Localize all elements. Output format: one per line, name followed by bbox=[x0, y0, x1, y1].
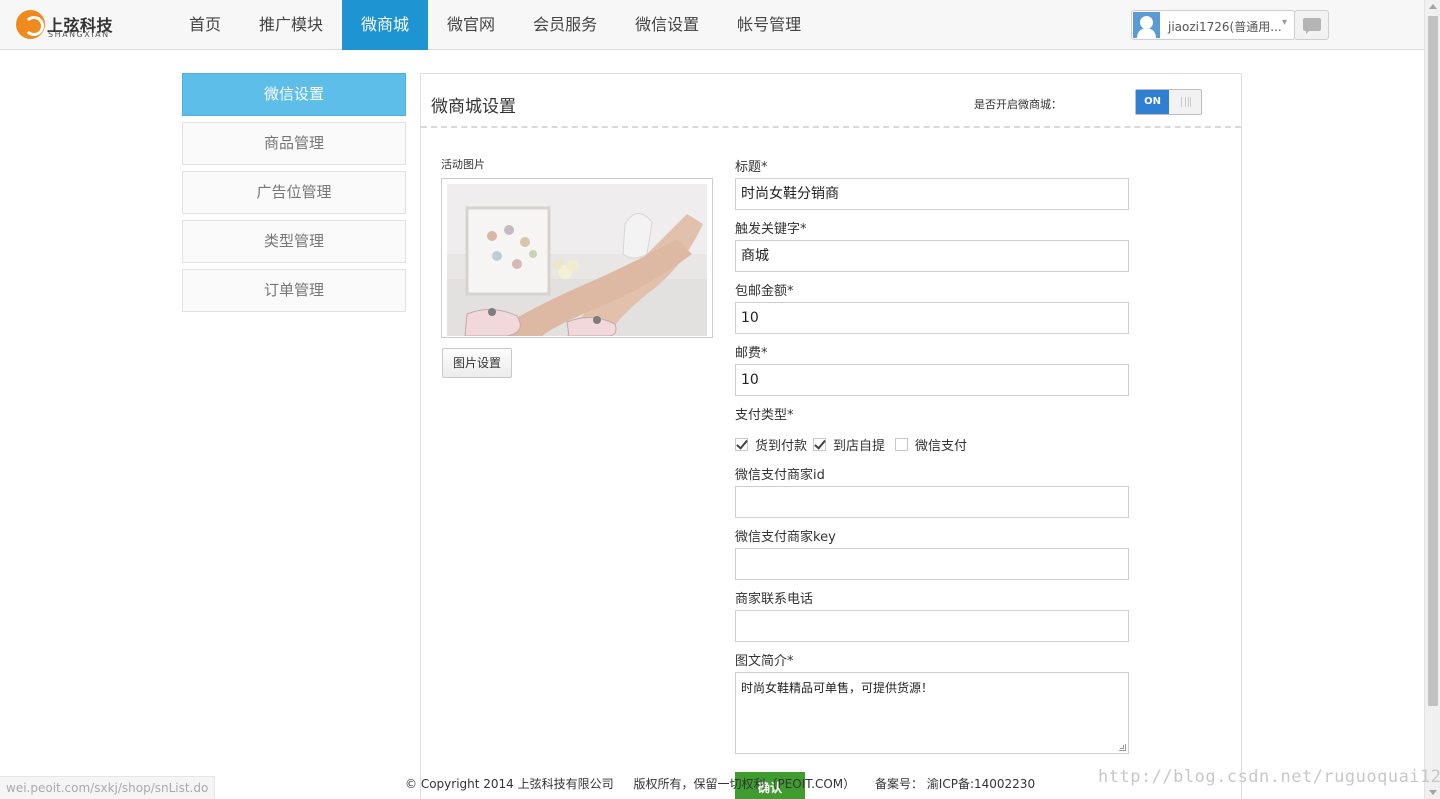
sidebar-item-orders[interactable]: 订单管理 bbox=[182, 269, 406, 312]
footer-copyright: © Copyright 2014 上弦科技有限公司 版权所有，保留一切权利（PE… bbox=[405, 776, 1051, 792]
toggle-on-label: ON bbox=[1136, 90, 1169, 114]
merchant-key-label: 微信支付商家key bbox=[735, 530, 836, 545]
nav-item-micro-mall[interactable]: 微商城 bbox=[342, 0, 429, 50]
sidebar-item-products[interactable]: 商品管理 bbox=[182, 122, 406, 165]
title-label: 标题* bbox=[735, 160, 768, 175]
nav-item-wechat-settings[interactable]: 微信设置 bbox=[616, 0, 718, 50]
merchant-id-label: 微信支付商家id bbox=[735, 468, 825, 483]
scroll-up-icon[interactable] bbox=[1429, 4, 1437, 9]
resize-handle-icon[interactable] bbox=[1119, 744, 1126, 751]
chat-bubble-icon bbox=[1303, 18, 1321, 34]
keyword-label: 触发关键字* bbox=[735, 222, 807, 237]
pay-type-label: 支付类型* bbox=[735, 408, 794, 423]
keyword-input[interactable]: 商城 bbox=[735, 240, 1129, 272]
intro-textarea[interactable]: 时尚女鞋精品可单售，可提供货源！ bbox=[735, 672, 1129, 754]
pay-cod-checkbox[interactable] bbox=[735, 438, 748, 451]
pay-wechat-checkbox[interactable] bbox=[895, 438, 909, 451]
product-photo bbox=[447, 184, 707, 336]
pay-pickup-label: 到店自提 bbox=[833, 439, 886, 454]
merchant-key-input[interactable] bbox=[735, 548, 1129, 580]
free-shipping-input[interactable]: 10 bbox=[735, 302, 1129, 334]
pay-pickup-checkbox[interactable] bbox=[813, 438, 827, 451]
blog-watermark: http://blog.csdn.net/ruguoquai123 bbox=[1098, 767, 1440, 787]
toggle-grip-icon bbox=[1181, 97, 1191, 107]
rights-text: 版权所有，保留一切权利（PEOIT.COM） bbox=[633, 777, 856, 791]
page-title: 微商城设置 bbox=[431, 97, 516, 117]
mall-enable-toggle[interactable]: ON bbox=[1135, 89, 1202, 115]
nav-item-home[interactable]: 首页 bbox=[170, 0, 240, 50]
brand-logo[interactable]: 上弦科技 SHANGXIAN bbox=[14, 9, 118, 41]
icp-text: 备案号： 渝ICP备:14002230 bbox=[874, 777, 1036, 791]
user-name: jiaozi1726(普通用... bbox=[1168, 20, 1282, 34]
message-button[interactable] bbox=[1294, 10, 1329, 40]
pay-wechat-label: 微信支付 bbox=[915, 439, 968, 454]
postage-input[interactable]: 10 bbox=[735, 364, 1129, 396]
copyright-text: © Copyright 2014 上弦科技有限公司 bbox=[405, 777, 614, 791]
mall-toggle-label: 是否开启微商城： bbox=[974, 98, 1062, 111]
free-shipping-label: 包邮金额* bbox=[735, 284, 794, 299]
main-nav: 首页 推广模块 微商城 微官网 会员服务 微信设置 帐号管理 bbox=[170, 0, 820, 50]
divider bbox=[421, 126, 1241, 128]
status-bar-url: wei.peoit.com/sxkj/shop/snList.do bbox=[0, 776, 216, 799]
logo-icon bbox=[16, 10, 45, 39]
brand-name-en: SHANGXIAN bbox=[48, 30, 110, 39]
chevron-down-icon: ▾ bbox=[1282, 17, 1288, 28]
page-scrollbar[interactable] bbox=[1424, 0, 1440, 799]
postage-label: 邮费* bbox=[735, 346, 768, 361]
sidebar-item-wechat-settings[interactable]: 微信设置 bbox=[182, 73, 406, 116]
intro-text: 时尚女鞋精品可单售，可提供货源！ bbox=[741, 681, 934, 695]
phone-input[interactable] bbox=[735, 610, 1129, 642]
intro-label: 图文简介* bbox=[735, 654, 794, 669]
merchant-id-input[interactable] bbox=[735, 486, 1129, 518]
image-settings-button[interactable]: 图片设置 bbox=[442, 348, 512, 378]
sidebar-item-categories[interactable]: 类型管理 bbox=[182, 220, 406, 263]
nav-item-account[interactable]: 帐号管理 bbox=[718, 0, 820, 50]
phone-label: 商家联系电话 bbox=[735, 592, 814, 607]
scroll-down-icon[interactable] bbox=[1429, 790, 1437, 795]
avatar bbox=[1133, 12, 1160, 38]
nav-item-micro-site[interactable]: 微官网 bbox=[428, 0, 514, 50]
nav-item-promotion[interactable]: 推广模块 bbox=[240, 0, 342, 50]
title-input[interactable]: 时尚女鞋分销商 bbox=[735, 178, 1129, 210]
mall-settings-panel: 微商城设置 是否开启微商城： ON 活动图片 图片设置 标题* 时尚女鞋分销商 … bbox=[420, 73, 1242, 799]
pay-type-options: 货到付款 到店自提 微信支付 bbox=[735, 435, 973, 454]
sidebar-item-ad-slots[interactable]: 广告位管理 bbox=[182, 171, 406, 214]
activity-image bbox=[441, 178, 713, 338]
user-menu[interactable]: jiaozi1726(普通用... ▾ bbox=[1131, 10, 1295, 40]
nav-item-member-service[interactable]: 会员服务 bbox=[514, 0, 616, 50]
pay-cod-label: 货到付款 bbox=[755, 439, 808, 454]
scroll-thumb[interactable] bbox=[1428, 16, 1438, 706]
activity-image-label: 活动图片 bbox=[441, 158, 485, 171]
